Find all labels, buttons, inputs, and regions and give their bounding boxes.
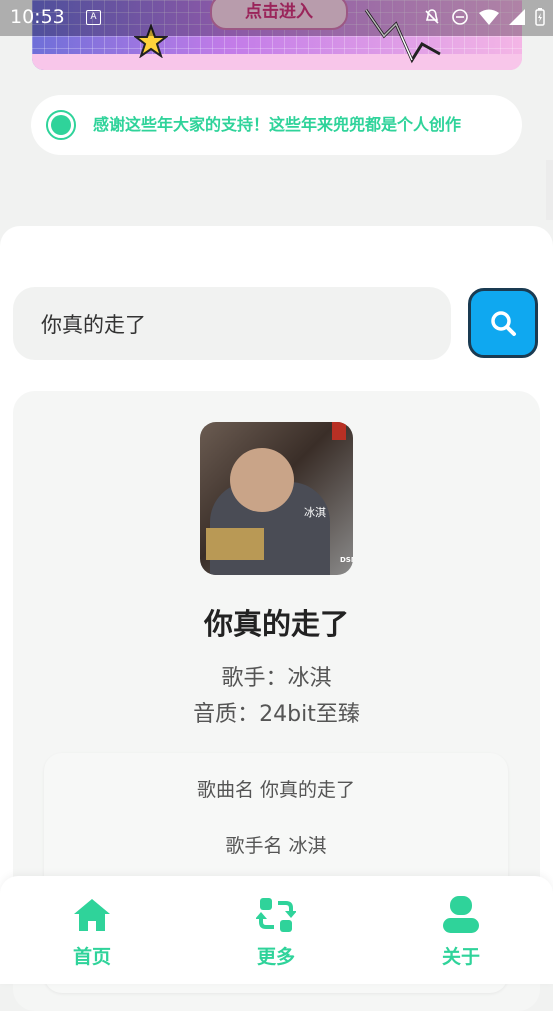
signal-icon <box>509 9 525 29</box>
scroll-edge <box>546 160 553 220</box>
status-bar: 10:53 A <box>0 0 553 36</box>
nav-item-more[interactable]: 更多 <box>216 876 336 984</box>
song-title: 你真的走了 <box>203 607 349 641</box>
cover-caption: 冰淇 <box>304 506 326 519</box>
nav-label-about: 关于 <box>441 946 480 968</box>
wifi-icon <box>479 9 499 29</box>
home-icon <box>74 899 110 931</box>
status-time: 10:53 <box>10 6 65 28</box>
album-cover[interactable]: 冰淇 DSD <box>200 422 353 575</box>
user-icon <box>443 896 479 933</box>
nav-item-about[interactable]: 关于 <box>401 876 521 984</box>
search-input[interactable] <box>13 287 451 360</box>
singer-line: 歌手：冰淇 <box>221 666 332 691</box>
refresh-icon <box>256 898 296 932</box>
notice-bar[interactable]: 感谢这些年大家的支持！这些年来兜兜都是个人创作 <box>31 95 522 155</box>
cover-art-face <box>230 448 294 512</box>
nav-item-home[interactable]: 首页 <box>32 876 152 984</box>
nav-label-more: 更多 <box>256 946 295 968</box>
mute-icon <box>423 8 441 30</box>
notification-icon: A <box>86 10 101 25</box>
notice-text: 感谢这些年大家的支持！这些年来兜兜都是个人创作 <box>93 115 462 134</box>
main-sheet: 冰淇 DSD 你真的走了 歌手：冰淇 音质：24bit至臻 歌曲名 你真的走了 … <box>0 226 553 1011</box>
status-icons <box>423 8 545 30</box>
cover-art-badge <box>332 422 346 440</box>
song-name-line: 歌曲名 你真的走了 <box>196 779 356 801</box>
bottom-nav: 首页 更多 关于 <box>0 876 553 984</box>
cover-format-mark: DSD <box>340 556 353 564</box>
notice-indicator-icon <box>46 110 76 140</box>
quality-line: 音质：24bit至臻 <box>193 702 360 727</box>
search-icon <box>491 311 516 336</box>
search-button[interactable] <box>468 288 538 358</box>
nav-label-home: 首页 <box>72 946 111 968</box>
dnd-icon <box>451 8 469 30</box>
battery-icon <box>535 8 545 30</box>
cover-art-label <box>206 528 264 560</box>
banner-footer-strip <box>32 54 522 70</box>
singer-name-line: 歌手名 冰淇 <box>225 835 327 857</box>
